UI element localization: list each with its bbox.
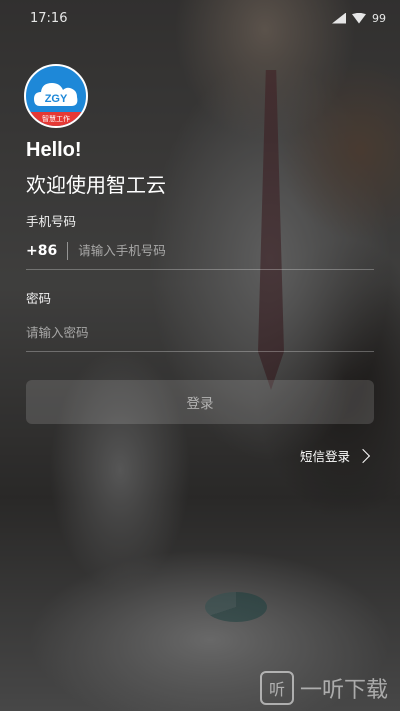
battery-icon: 99	[372, 12, 386, 25]
phone-field-row: +86	[26, 232, 374, 270]
status-icons: 99	[332, 12, 386, 25]
phone-input[interactable]	[78, 243, 374, 258]
watermark-logo: 听	[259, 671, 294, 705]
sms-login-label: 短信登录	[299, 449, 350, 464]
status-bar: 17:16 99	[0, 0, 400, 36]
logo-text: ZGY	[45, 93, 68, 105]
logo-ribbon: 智慧工作	[26, 112, 86, 126]
field-divider	[67, 241, 69, 260]
status-time: 17:16	[30, 10, 68, 26]
battery-level: 99	[372, 11, 386, 25]
background-pie-chart	[205, 592, 267, 622]
welcome-title: 欢迎使用智工云	[26, 173, 166, 197]
password-label: 密码	[26, 291, 52, 306]
greeting-title: Hello!	[26, 139, 82, 161]
watermark-text: 一听下载	[299, 678, 388, 703]
wifi-icon	[352, 12, 366, 24]
signal-icon	[332, 12, 346, 24]
login-button[interactable]: 登录	[26, 380, 374, 424]
watermark: 听 一听下载	[259, 671, 388, 705]
password-field-row	[26, 314, 374, 352]
phone-label: 手机号码	[26, 214, 77, 229]
chevron-right-icon	[355, 448, 371, 463]
sms-login-link[interactable]: 短信登录	[299, 446, 371, 465]
country-code[interactable]: +86	[26, 243, 57, 259]
password-input[interactable]	[26, 325, 374, 340]
app-logo: ZGY 智慧工作	[24, 64, 88, 128]
